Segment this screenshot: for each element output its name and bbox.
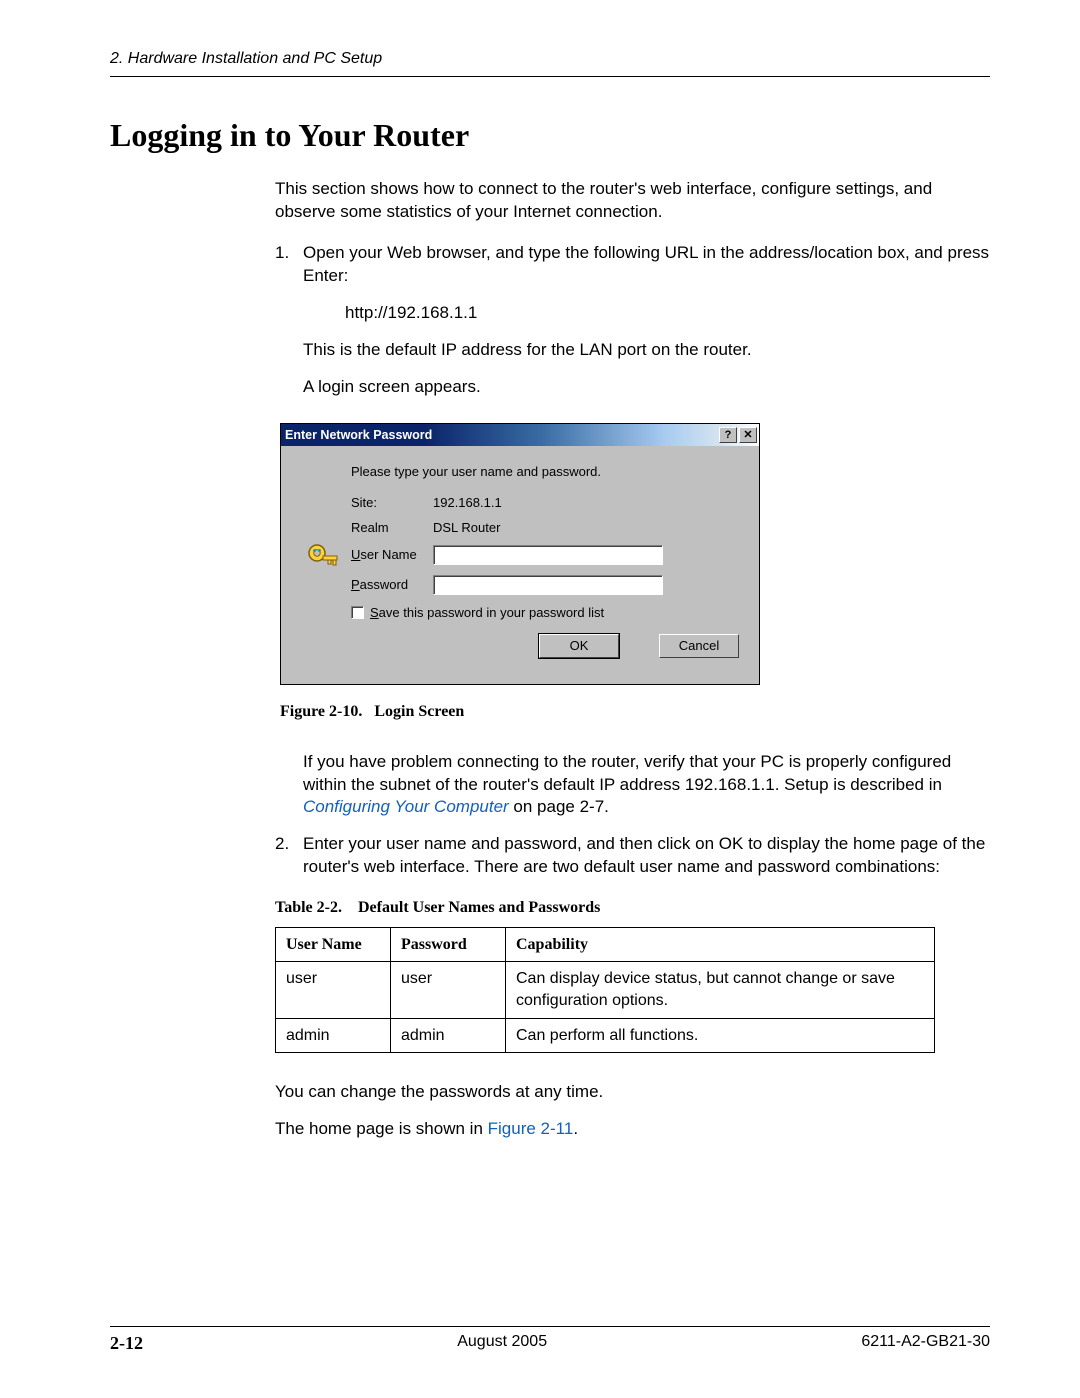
dialog-title: Enter Network Password [285, 428, 719, 442]
closing-p2a: The home page is shown in [275, 1119, 488, 1138]
page-footer: 2-12 August 2005 6211-A2-GB21-30 [110, 1326, 990, 1354]
table-header-row: User Name Password Capability [276, 927, 935, 962]
figure-2-11-link[interactable]: Figure 2-11 [488, 1119, 574, 1138]
save-password-checkbox[interactable] [351, 606, 364, 619]
closing-p2b: . [573, 1119, 578, 1138]
figure-title: Login Screen [374, 703, 464, 720]
step-2: 2. Enter your user name and password, an… [275, 833, 990, 879]
close-button[interactable]: ✕ [739, 427, 757, 443]
cell-username: user [276, 962, 391, 1018]
intro-paragraph: This section shows how to connect to the… [275, 178, 990, 224]
step-1-note-1: This is the default IP address for the L… [303, 339, 990, 362]
cancel-button[interactable]: Cancel [659, 634, 739, 658]
table-caption: Table 2-2. Default User Names and Passwor… [275, 897, 990, 919]
figure-number: Figure 2-10. [280, 703, 362, 720]
header-rule [110, 76, 990, 77]
step-1-number: 1. [275, 242, 303, 288]
cell-username: admin [276, 1018, 391, 1053]
credentials-table: User Name Password Capability user user … [275, 927, 935, 1053]
table-number: Table 2-2. [275, 899, 342, 916]
table-row: admin admin Can perform all functions. [276, 1018, 935, 1053]
realm-label: Realm [351, 520, 433, 535]
step-2-text: Enter your user name and password, and t… [303, 833, 990, 879]
ok-button[interactable]: OK [539, 634, 619, 658]
running-header: 2. Hardware Installation and PC Setup [110, 50, 990, 68]
step-1-after-a: If you have problem connecting to the ro… [303, 752, 951, 794]
cell-capability: Can display device status, but cannot ch… [506, 962, 935, 1018]
cell-password: user [391, 962, 506, 1018]
login-dialog: Enter Network Password ? ✕ [280, 423, 760, 685]
footer-docnum: 6211-A2-GB21-30 [861, 1333, 990, 1354]
help-button[interactable]: ? [719, 427, 737, 443]
cell-password: admin [391, 1018, 506, 1053]
password-input[interactable] [433, 575, 663, 595]
step-2-number: 2. [275, 833, 303, 879]
footer-rule [110, 1326, 990, 1327]
username-label: User Name [351, 547, 433, 562]
closing-p2: The home page is shown in Figure 2-11. [275, 1118, 990, 1141]
configuring-computer-link[interactable]: Configuring Your Computer [303, 797, 509, 816]
save-password-label: Save this password in your password list [370, 605, 604, 620]
th-capability: Capability [506, 927, 935, 962]
page-number: 2-12 [110, 1333, 143, 1354]
th-username: User Name [276, 927, 391, 962]
site-value: 192.168.1.1 [433, 495, 502, 510]
dialog-prompt: Please type your user name and password. [351, 464, 745, 479]
cell-capability: Can perform all functions. [506, 1018, 935, 1053]
step-1-after-b: on page 2-7. [509, 797, 609, 816]
dialog-titlebar: Enter Network Password ? ✕ [281, 424, 759, 446]
site-label: Site: [351, 495, 433, 510]
footer-date: August 2005 [457, 1333, 547, 1354]
figure-caption: Figure 2-10. Login Screen [280, 703, 990, 721]
step-1-text: Open your Web browser, and type the foll… [303, 242, 990, 288]
table-row: user user Can display device status, but… [276, 962, 935, 1018]
password-label: Password [351, 577, 433, 592]
th-password: Password [391, 927, 506, 962]
table-title: Default User Names and Passwords [358, 899, 600, 916]
step-1-url: http://192.168.1.1 [345, 302, 990, 325]
step-1-after-figure: If you have problem connecting to the ro… [303, 751, 990, 820]
step-1-note-2: A login screen appears. [303, 376, 990, 399]
step-1: 1. Open your Web browser, and type the f… [275, 242, 990, 288]
closing-p1: You can change the passwords at any time… [275, 1081, 990, 1104]
username-input[interactable] [433, 545, 663, 565]
key-icon [306, 542, 340, 579]
section-title: Logging in to Your Router [110, 117, 990, 154]
realm-value: DSL Router [433, 520, 500, 535]
